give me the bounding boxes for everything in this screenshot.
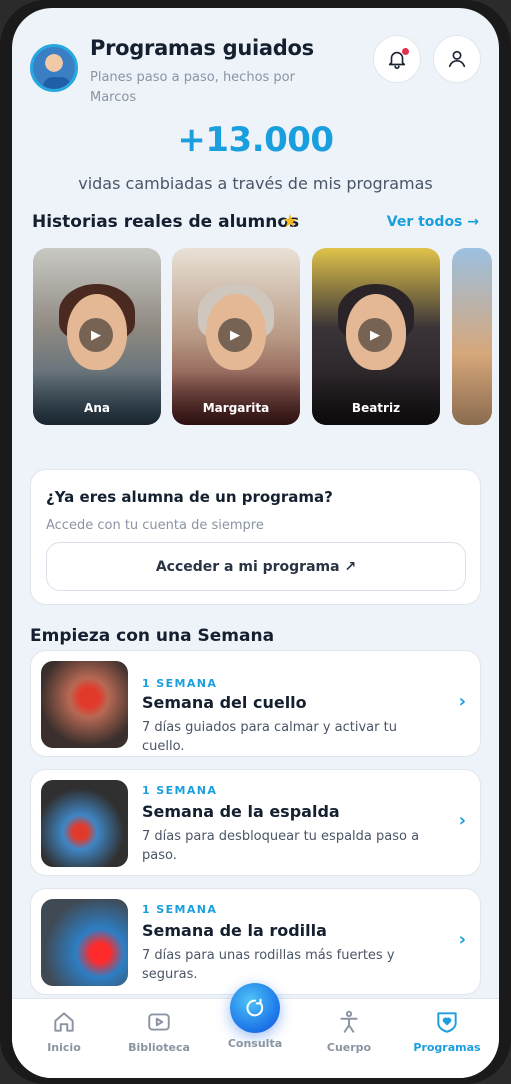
page-subtitle: Planes paso a paso, hechos por Marcos: [90, 70, 295, 105]
story-name: Beatriz: [351, 401, 401, 415]
story-name: Ana: [84, 401, 110, 415]
week-card-back[interactable]: 1 SEMANA Semana de la espalda 7 días par…: [30, 769, 481, 876]
week-thumbnail: [41, 780, 128, 867]
week-description: 7 días guiados para calmar y activar tu …: [142, 720, 397, 754]
see-all-link[interactable]: Ver todos →: [387, 214, 479, 230]
week-description: 7 días para desbloquear tu espalda paso …: [142, 829, 420, 863]
shield-heart-icon: [437, 1012, 457, 1033]
device-frame: Programas guiados Planes paso a paso, he…: [0, 0, 511, 1084]
avatar[interactable]: [30, 44, 78, 92]
week-card-knee[interactable]: 1 SEMANA Semana de la rodilla 7 días par…: [30, 888, 481, 995]
nav-label: Inicio: [47, 1041, 81, 1054]
week-name: Semana del cuello: [142, 693, 307, 712]
week-tag: 1 SEMANA: [142, 677, 218, 690]
students-count: +13.000: [177, 120, 334, 160]
stories-section-title: Historias reales de alumnos: [32, 212, 300, 232]
profile-button[interactable]: [433, 35, 481, 83]
week-thumbnail: [41, 661, 128, 748]
story-card[interactable]: ▶ Margarita: [172, 248, 300, 425]
week-tag: 1 SEMANA: [142, 903, 218, 916]
body-icon: [340, 1010, 358, 1033]
nav-item-programas[interactable]: Programas: [402, 1009, 492, 1054]
week-description: 7 días para unas rodillas más fuertes y …: [142, 948, 395, 982]
play-icon[interactable]: ▶: [218, 318, 252, 352]
nav-label: Cuerpo: [326, 1041, 372, 1054]
story-card[interactable]: ▶ Beatriz: [312, 248, 440, 425]
chat-icon: [246, 998, 264, 1017]
star-icon: ★: [282, 211, 299, 232]
week-tag: 1 SEMANA: [142, 784, 218, 797]
story-card-partial[interactable]: [452, 248, 492, 425]
week-name: Semana de la rodilla: [142, 921, 327, 940]
user-icon: [448, 50, 466, 68]
students-caption: vidas cambiadas a través de mis programa…: [78, 174, 433, 193]
chevron-right-icon: ›: [458, 810, 466, 831]
week-name: Semana de la espalda: [142, 802, 340, 821]
nav-label-consulta[interactable]: Consulta: [210, 1037, 300, 1050]
weeks-section-title: Empieza con una Semana: [30, 626, 275, 646]
notification-dot: [402, 48, 409, 55]
nav-item-cuerpo[interactable]: Cuerpo: [304, 1009, 394, 1054]
nav-item-inicio[interactable]: Inicio: [19, 1009, 109, 1054]
nav-label: Biblioteca: [128, 1041, 190, 1054]
week-card-neck[interactable]: 1 SEMANA Semana del cuello 7 días guiado…: [30, 650, 481, 757]
story-card[interactable]: ▶ Ana: [33, 248, 161, 425]
access-program-button[interactable]: Acceder a mi programa ↗: [46, 542, 466, 591]
app-screen: Programas guiados Planes paso a paso, he…: [12, 8, 499, 1078]
nav-label: Programas: [413, 1041, 481, 1054]
login-card: ¿Ya eres alumna de un programa? Accede c…: [30, 469, 481, 605]
login-card-subtitle: Accede con tu cuenta de siempre: [46, 518, 264, 533]
week-thumbnail: [41, 899, 128, 986]
video-library-icon: [148, 1013, 170, 1031]
chevron-right-icon: ›: [458, 691, 466, 712]
play-icon[interactable]: ▶: [79, 318, 113, 352]
login-card-title: ¿Ya eres alumna de un programa?: [46, 488, 333, 506]
page-title: Programas guiados: [90, 36, 314, 60]
chevron-right-icon: ›: [458, 929, 466, 950]
consulta-fab[interactable]: [230, 983, 280, 1033]
play-icon[interactable]: ▶: [358, 318, 392, 352]
home-icon: [54, 1012, 74, 1032]
notifications-button[interactable]: [373, 35, 421, 83]
nav-item-biblioteca[interactable]: Biblioteca: [114, 1009, 204, 1054]
story-name: Margarita: [202, 401, 270, 415]
